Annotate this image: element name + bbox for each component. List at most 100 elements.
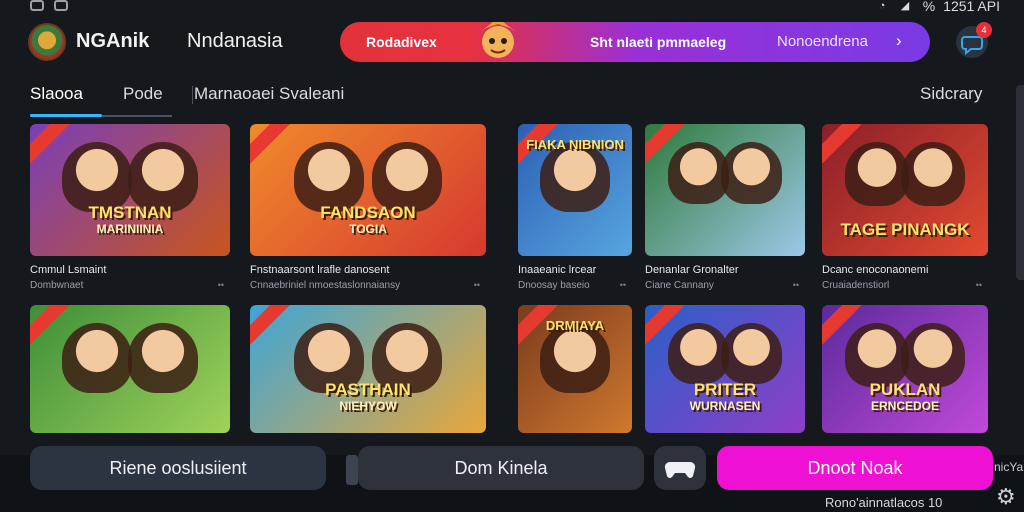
character-art [845,142,910,207]
game-logo-text: FANDSAON [320,203,416,222]
hot-ribbon [250,124,291,165]
game-card[interactable]: PASTHAIN NIEHYOW [250,305,486,433]
game-logo-subtext: NIEHYOW [339,399,397,413]
character-art [667,322,730,385]
character-art [720,142,783,204]
gear-icon[interactable]: ⚙ [996,484,1016,510]
game-logo-text: TAGE PINANGK [840,220,970,239]
tab-track [102,115,172,117]
notification-button[interactable]: 4 [956,22,992,58]
controller-icon [664,461,696,478]
game-title[interactable]: Denanlar Gronalter [645,264,805,276]
play-now-button[interactable]: Dnoot Noak [717,446,993,490]
game-logo-subtext: TOGIA [349,222,387,236]
game-logo-text: PUKLAN [869,380,941,399]
app-header: NGAnik Nndanasia Rodadivex Sht nlaeti pm… [0,18,1024,66]
hot-ribbon [30,305,71,346]
signal-icon: ◢ [900,0,910,12]
app-logo-icon[interactable] [28,23,66,61]
tab-mode[interactable]: Pode [123,84,163,104]
game-logo-art: FANDSAON TOGIA [310,200,425,242]
character-art [720,322,783,385]
tab-categories[interactable]: Marnaoaei Svaleani [194,84,344,104]
game-logo-text: FIAKA NIBNION [526,137,624,152]
character-art [667,142,730,204]
game-meta: Cmmul Lsmaint Dombwnaet •• [30,264,230,291]
game-logo-art: DRMIAYA [536,313,614,338]
secondary-action-button[interactable]: Riene ooslusiient [30,446,326,490]
game-subtitle: Cnnaebriniel nmoestaslonnaiansy [250,280,401,291]
more-icon[interactable]: •• [474,280,480,290]
game-logo-art: PRITER WURNASEN [680,377,771,419]
promo-banner[interactable]: Rodadivex Sht nlaeti pmmaeleg Nonoendren… [340,22,930,62]
game-logo-subtext: WURNASEN [689,399,761,413]
game-card[interactable]: PRITER WURNASEN [645,305,805,433]
edge-label: nicYa [994,460,1024,474]
more-icon[interactable]: •• [218,280,224,290]
tab-library[interactable]: Sidcrary [920,84,982,104]
promo-left-text: Rodadivex [366,34,437,50]
promo-hero-icon [480,22,516,58]
game-logo-art: PUKLAN ERNCEDOE [860,377,951,419]
promo-mid-text: Sht nlaeti pmmaeleg [590,34,727,50]
game-logo-art: TAGE PINANGK [830,217,979,242]
game-card[interactable] [30,305,230,433]
more-icon[interactable]: •• [620,280,626,290]
game-card[interactable]: FANDSAON TOGIA [250,124,486,256]
divider-handle [346,455,358,485]
brand-name: NGAnik [76,30,150,52]
game-logo-subtext: MARINIINIA [96,222,164,236]
status-icons-right: ◔ ◢ % 1251 API [879,0,1000,14]
tab-home[interactable]: Slaooa [30,84,83,104]
character-art [900,142,965,207]
game-subtitle: Dnoosay baseio [518,280,590,291]
game-title[interactable]: Cmmul Lsmaint [30,264,230,276]
hot-ribbon [30,124,71,165]
game-card[interactable]: PUKLAN ERNCEDOE [822,305,988,433]
status-bar: ◔ ◢ % 1251 API [0,0,1024,14]
game-card[interactable]: FIAKA NIBNION [518,124,632,256]
game-title[interactable]: Fnstnaarsont lrafle danosent [250,264,486,276]
promo-right-text: Nonoendrena [777,33,868,50]
character-art [61,322,132,393]
game-logo-subtext: ERNCEDOE [870,399,939,413]
status-time: 1251 API [943,0,1000,14]
notification-badge: 4 [976,22,992,38]
region-label[interactable]: Nndanasia [187,30,283,53]
character-art [128,322,199,393]
game-card[interactable]: TAGE PINANGK [822,124,988,256]
game-logo-text: DRMIAYA [545,318,605,333]
game-card[interactable] [645,124,805,256]
status-icons-left [30,0,68,11]
category-tabs: Slaooa Pode Marnaoaei Svaleani Sidcrary [0,82,1024,118]
game-meta: Denanlar Gronalter Ciane Cannany •• [645,264,805,291]
hot-ribbon [250,305,291,346]
game-meta: Dcanc enoconaonemi Cruaiadenstiorl •• [822,264,988,291]
bottom-note: Rono'ainnatlacos 10 [825,495,943,510]
game-logo-art: FIAKA NIBNION [518,132,632,157]
bottom-action-bar: Riene ooslusiient Dom Kinela Dnoot Noak … [0,446,1024,512]
wifi-icon: ◔ [878,0,886,12]
more-icon[interactable]: •• [793,280,799,290]
game-card[interactable]: TMSTNAN MARINIINIA [30,124,230,256]
middle-action-button[interactable]: Dom Kinela [358,446,644,490]
notification-icon [30,0,44,11]
game-meta: Fnstnaarsont lrafle danosent Cnnaebriniel… [250,264,486,291]
game-logo-text: PASTHAIN [325,380,411,399]
game-title[interactable]: Dcanc enoconaonemi [822,264,988,276]
scroll-edge[interactable] [1016,85,1024,280]
game-subtitle: Cruaiadenstiorl [822,280,890,291]
controller-button[interactable] [654,446,706,490]
game-logo-text: PRITER [693,380,757,399]
tab-divider [192,86,193,104]
screenshot-icon [54,0,68,11]
game-logo-art: TMSTNAN MARINIINIA [78,200,181,242]
game-title[interactable]: Inaaeanic lrcear [518,264,632,276]
game-meta: Inaaeanic lrcear Dnoosay baseio •• [518,264,632,291]
active-tab-indicator [30,114,102,117]
game-subtitle: Dombwnaet [30,280,84,291]
game-card[interactable]: DRMIAYA [518,305,632,433]
game-logo-art: PASTHAIN NIEHYOW [315,377,421,419]
battery-text: % [922,0,936,14]
more-icon[interactable]: •• [976,280,982,290]
